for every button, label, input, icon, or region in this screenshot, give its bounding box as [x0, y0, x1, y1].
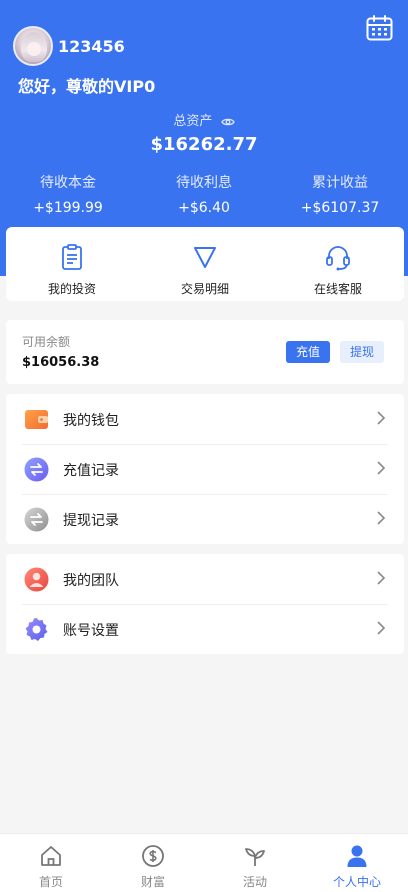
clipboard-icon	[62, 244, 82, 270]
tab-label: 首页	[38, 875, 63, 889]
tab-personal-center[interactable]: 个人中心	[306, 834, 408, 892]
wallet-icon	[25, 410, 48, 429]
menu-item-label: 提现记录	[63, 513, 119, 529]
menu-item-label: 我的团队	[63, 573, 119, 589]
my-investment-button[interactable]: 我的投资	[6, 227, 138, 301]
menu-item-label: 账号设置	[63, 623, 119, 639]
chevron-right-icon	[377, 571, 386, 585]
stat-value: +$6.40	[178, 200, 230, 216]
online-support-button[interactable]: 在线客服	[272, 227, 404, 301]
stat-label: 待收利息	[176, 175, 232, 191]
menu-item-label: 我的钱包	[63, 413, 119, 429]
tab-activity[interactable]: 活动	[204, 834, 306, 892]
tab-label: 个人中心	[332, 875, 381, 889]
menu-item-label: 充值记录	[63, 463, 119, 479]
menu-item-recharge-records[interactable]: 充值记录	[6, 444, 404, 494]
stat-label: 待收本金	[40, 175, 96, 191]
balance-card: 可用余额 $16056.38 充值 提现	[6, 320, 404, 384]
chevron-right-icon	[377, 511, 386, 525]
triangle-down-icon	[194, 247, 216, 268]
chevron-right-icon	[377, 461, 386, 475]
exchange-icon	[24, 457, 49, 482]
menu-item-wallet[interactable]: 我的钱包	[6, 394, 404, 444]
quick-action-label: 在线客服	[313, 282, 362, 296]
total-assets-value: $16262.77	[150, 134, 258, 155]
transaction-details-button[interactable]: 交易明细	[139, 227, 271, 301]
exchange-gray-icon	[24, 507, 49, 532]
quick-actions: 我的投资 交易明细 在线客服	[6, 227, 404, 301]
recharge-button[interactable]: 充值	[286, 341, 330, 363]
dollar-coin-icon	[142, 845, 164, 867]
tab-wealth[interactable]: 财富	[102, 834, 204, 892]
menu-item-withdraw-records[interactable]: 提现记录	[6, 494, 404, 544]
tab-label: 财富	[140, 875, 165, 889]
bottom-tab-bar: 首页 财富 活动 个人中心	[0, 833, 408, 892]
available-balance-label: 可用余额	[22, 335, 71, 349]
menu-group-finance: 我的钱包 充值记录 提现记录	[6, 394, 404, 544]
chevron-right-icon	[377, 411, 386, 425]
quick-action-label: 我的投资	[47, 282, 96, 296]
available-balance-value: $16056.38	[22, 355, 100, 370]
tab-label: 活动	[242, 875, 267, 889]
calendar-icon[interactable]	[366, 15, 393, 41]
menu-item-account-settings[interactable]: 账号设置	[6, 604, 404, 654]
username: 123456	[58, 37, 125, 56]
stat-cumulative-earnings: 累计收益 +$6107.37	[272, 172, 408, 216]
headset-icon	[326, 246, 350, 271]
quick-action-label: 交易明细	[180, 282, 229, 296]
withdraw-button[interactable]: 提现	[340, 341, 384, 363]
avatar[interactable]	[13, 26, 53, 66]
total-assets-label: 总资产	[0, 110, 408, 129]
team-icon	[24, 567, 49, 592]
stat-value: +$6107.37	[300, 200, 380, 216]
total-assets-label-text: 总资产	[173, 114, 213, 129]
eye-icon[interactable]	[220, 117, 235, 127]
person-icon	[347, 845, 367, 867]
menu-item-my-team[interactable]: 我的团队	[6, 554, 404, 604]
stat-pending-principal: 待收本金 +$199.99	[0, 172, 136, 216]
stat-label: 累计收益	[312, 175, 368, 191]
tab-home[interactable]: 首页	[0, 834, 102, 892]
chevron-right-icon	[377, 621, 386, 635]
stat-value: +$199.99	[33, 200, 103, 216]
sprout-icon	[245, 848, 265, 866]
home-icon	[41, 846, 61, 866]
menu-group-account: 我的团队 账号设置	[6, 554, 404, 654]
greeting: 您好，尊敬的VIP0	[18, 77, 156, 96]
gear-icon	[25, 618, 48, 641]
stat-pending-interest: 待收利息 +$6.40	[136, 172, 272, 216]
